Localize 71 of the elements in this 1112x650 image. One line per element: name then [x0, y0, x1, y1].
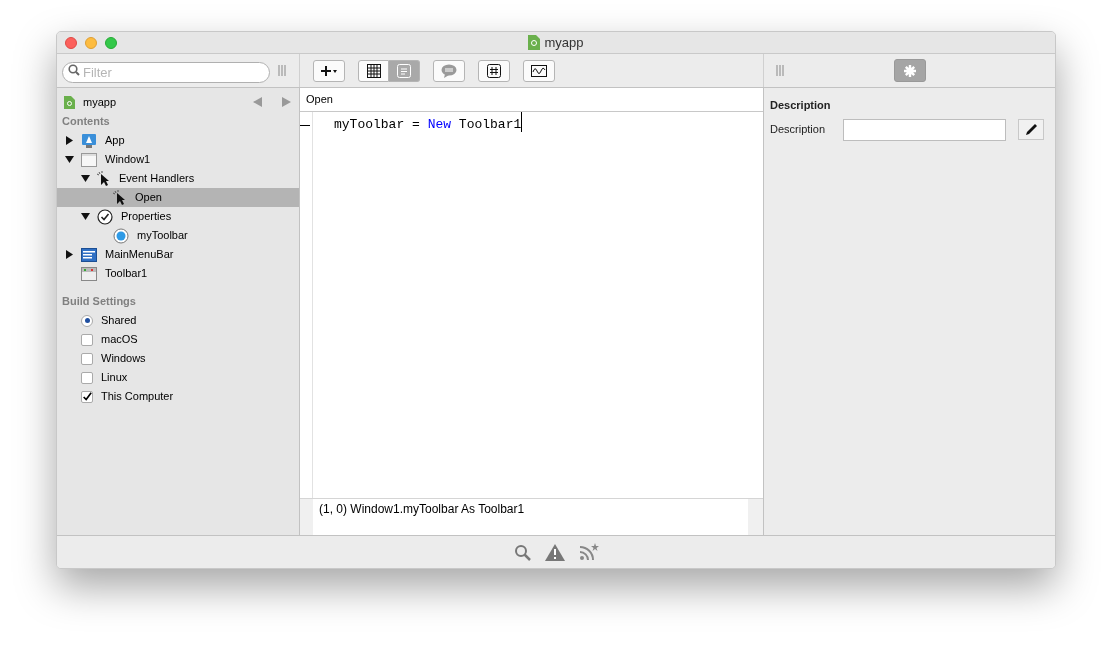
- project-name: myapp: [83, 94, 118, 110]
- add-button[interactable]: [313, 59, 345, 82]
- checkmark-circle-icon: [97, 208, 113, 225]
- feed-star-icon[interactable]: [578, 543, 599, 561]
- document-icon: [397, 63, 411, 78]
- pencil-icon: [1024, 122, 1038, 137]
- search-icon[interactable]: [513, 543, 531, 561]
- back-arrow-icon[interactable]: [253, 97, 262, 107]
- waveform-button[interactable]: [523, 59, 555, 82]
- tree-item[interactable]: Window1: [57, 150, 299, 169]
- plus-caret-icon: [321, 65, 337, 76]
- build-setting-label: Linux: [101, 370, 128, 386]
- tree-item[interactable]: Open: [57, 188, 299, 207]
- document-icon: [528, 35, 541, 50]
- collapse-triangle-icon[interactable]: [81, 212, 90, 221]
- settings-tab[interactable]: [894, 59, 926, 82]
- hash-button[interactable]: [478, 59, 510, 82]
- close-button[interactable]: [65, 36, 77, 49]
- grid-icon: [366, 63, 381, 78]
- window-icon: [81, 151, 97, 168]
- column-handle-icon[interactable]: [776, 65, 784, 76]
- search-icon: [68, 64, 80, 76]
- field-label: Description: [770, 122, 827, 138]
- checkbox[interactable]: [81, 371, 93, 384]
- tree-item[interactable]: Toolbar1: [57, 264, 299, 283]
- minimize-button[interactable]: [85, 36, 97, 49]
- checkbox[interactable]: [81, 352, 93, 365]
- window-title: myapp: [544, 33, 584, 52]
- expand-triangle-icon[interactable]: [65, 250, 74, 259]
- collapse-triangle-icon[interactable]: [65, 155, 74, 164]
- property-icon: [113, 227, 129, 244]
- collapse-triangle-icon[interactable]: [81, 174, 90, 183]
- tree-item[interactable]: Properties: [57, 207, 299, 226]
- inspector-section-title: Description: [770, 98, 832, 113]
- waveform-icon: [531, 64, 547, 77]
- hash-icon: [487, 63, 501, 78]
- tree-item[interactable]: MainMenuBar: [57, 245, 299, 264]
- tree-item[interactable]: App: [57, 131, 299, 150]
- code-line: myToolbar = New Toolbar1: [313, 112, 523, 132]
- toolbar-icon: [81, 265, 97, 282]
- filter-field[interactable]: Filter: [62, 62, 270, 83]
- edit-button[interactable]: [1018, 119, 1044, 140]
- document-icon: [64, 95, 75, 109]
- build-setting-label: Windows: [101, 351, 146, 367]
- expand-triangle-icon[interactable]: [65, 136, 74, 145]
- app-icon: [81, 132, 97, 149]
- menubar-icon: [81, 246, 97, 263]
- method-header: Open: [300, 88, 763, 112]
- settings-icon: [903, 63, 917, 78]
- grid-view-button[interactable]: [358, 59, 389, 82]
- description-field[interactable]: [843, 118, 1006, 141]
- forward-arrow-icon[interactable]: [282, 97, 291, 107]
- build-setting-label: Shared: [101, 313, 137, 329]
- cursor-icon: [113, 189, 127, 206]
- checkbox[interactable]: [81, 333, 93, 346]
- cursor-icon: [97, 170, 111, 187]
- comment-button[interactable]: [433, 59, 465, 82]
- line-marker: [300, 125, 310, 126]
- tree-item[interactable]: myToolbar: [57, 226, 299, 245]
- zoom-button[interactable]: [105, 36, 117, 49]
- build-setting-label: This Computer: [101, 389, 174, 405]
- warning-icon[interactable]: [544, 543, 565, 561]
- checkbox[interactable]: [81, 390, 93, 403]
- section-header: Contents: [61, 113, 111, 129]
- status-text: (1, 0) Window1.myToolbar As Toolbar1: [318, 501, 526, 518]
- section-header: Build Settings: [61, 293, 137, 309]
- column-handle-icon[interactable]: [278, 65, 286, 76]
- build-setting-label: macOS: [101, 332, 138, 348]
- tree-item[interactable]: Event Handlers: [57, 169, 299, 188]
- speech-bubble-icon: [441, 63, 457, 78]
- radio-button[interactable]: [81, 314, 93, 327]
